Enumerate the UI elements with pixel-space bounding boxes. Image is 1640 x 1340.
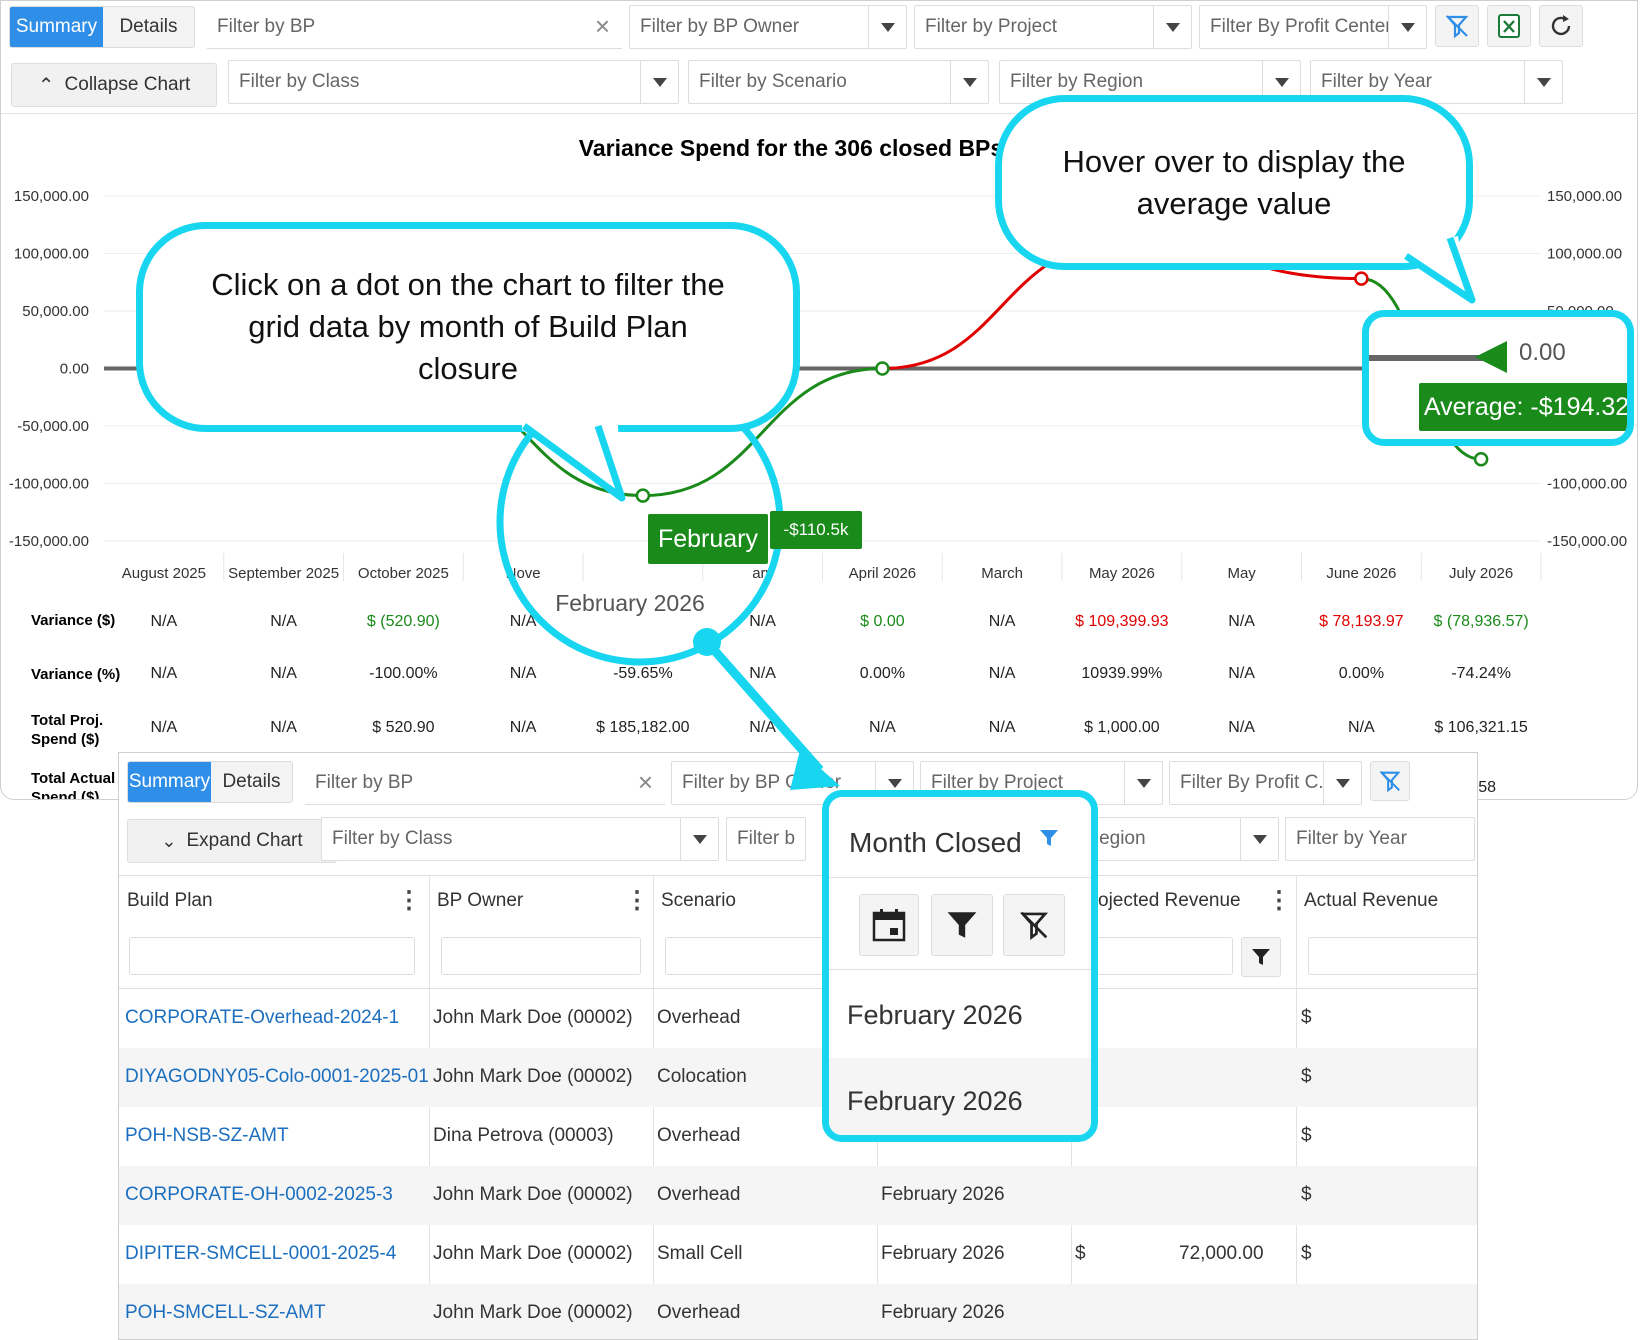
click-callout: Click on a dot on the chart to filter th… (136, 222, 800, 432)
month-closed-cell[interactable]: February 2026 (829, 1058, 1091, 1135)
tooltip-month: February (648, 514, 768, 564)
clear-filter-button[interactable] (1003, 894, 1065, 956)
zoom-month-label: February 2026 (555, 590, 705, 616)
callout-tail (1402, 236, 1476, 304)
filter-clear-icon (1019, 911, 1049, 941)
callout-anchor (693, 628, 721, 656)
tooltip-value: -$110.5k (770, 511, 862, 549)
month-closed-header[interactable]: Month Closed (849, 827, 1022, 859)
average-tooltip: Average: -$194.32 (1419, 383, 1627, 431)
hover-callout-text: Hover over to display the average value (1062, 143, 1406, 221)
filter-icon (947, 912, 977, 938)
date-picker-button[interactable] (859, 894, 919, 956)
callout-connector (703, 639, 824, 773)
filter-active-icon (1040, 830, 1058, 846)
callout-tail (521, 423, 626, 502)
calendar-icon (872, 909, 906, 942)
average-pointer-icon (1475, 341, 1507, 373)
average-line-zoom (1369, 355, 1489, 361)
average-highlight: 0.00 Average: -$194.32 (1362, 310, 1634, 446)
month-closed-cell[interactable]: February 2026 (829, 972, 1091, 1058)
arrow-head-icon (790, 750, 840, 790)
average-value: 0.00 (1519, 339, 1566, 366)
click-callout-text: Click on a dot on the chart to filter th… (211, 267, 725, 386)
divider (829, 877, 1091, 878)
month-closed-popup: Month Closed February 2026 February 2026 (822, 790, 1098, 1142)
divider (829, 969, 1091, 970)
apply-filter-button[interactable] (931, 894, 993, 956)
